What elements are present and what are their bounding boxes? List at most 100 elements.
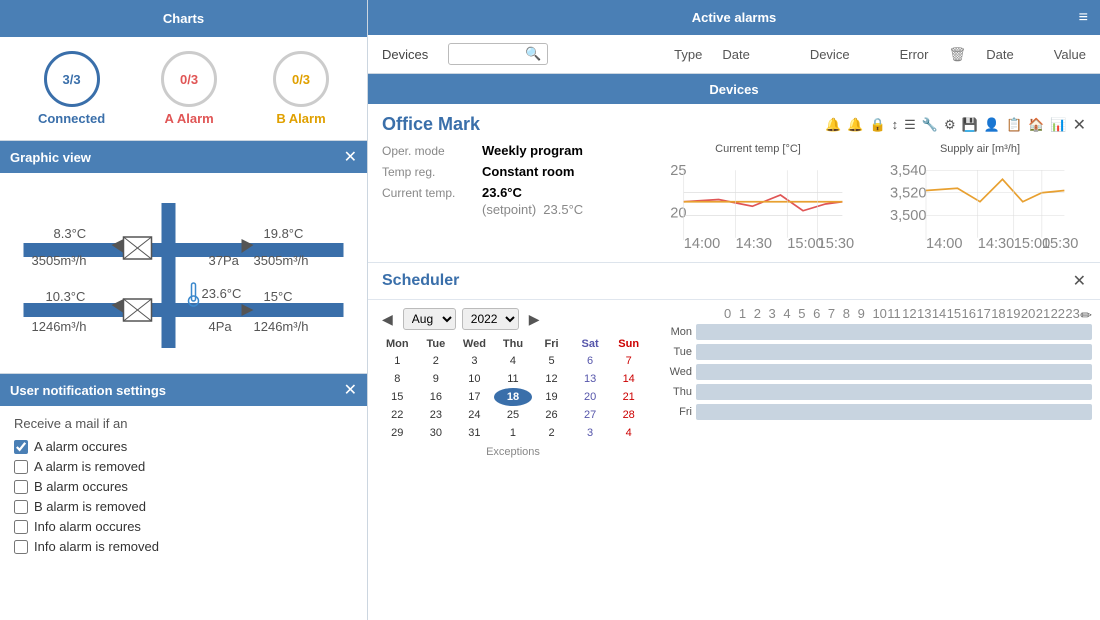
cal-day-19[interactable]: 19 <box>532 388 571 406</box>
cal-day-3[interactable]: 3 <box>571 424 610 442</box>
sched-row-fri: Fri <box>666 404 1092 420</box>
list-icon[interactable]: ☰ <box>904 117 916 133</box>
cal-day-13[interactable]: 13 <box>571 370 610 388</box>
svg-text:3,500: 3,500 <box>890 208 927 224</box>
cal-day-2[interactable]: 2 <box>417 352 456 370</box>
scheduler-header: Scheduler ✕ <box>368 263 1100 300</box>
device-close-btn[interactable]: ✕ <box>1073 115 1086 135</box>
cal-day-20[interactable]: 20 <box>571 388 610 406</box>
cal-day-17[interactable]: 17 <box>455 388 494 406</box>
sliders-icon[interactable]: ⚙ <box>944 117 956 133</box>
notification-checkbox-2[interactable] <box>14 480 28 494</box>
cal-day-4[interactable]: 4 <box>609 424 648 442</box>
svg-text:14:00: 14:00 <box>684 236 721 249</box>
supply-air-chart-title: Supply air [m³/h] <box>874 143 1086 155</box>
cal-day-21[interactable]: 21 <box>609 388 648 406</box>
svg-text:25: 25 <box>670 163 686 179</box>
clipboard-icon[interactable]: 📋 <box>1006 117 1022 133</box>
sched-day-fri: Fri <box>666 406 692 418</box>
arrows-icon[interactable]: ↕ <box>892 117 899 132</box>
cal-day-10[interactable]: 10 <box>455 370 494 388</box>
sched-bar-mon[interactable] <box>696 324 1092 340</box>
cal-day-28[interactable]: 28 <box>609 406 648 424</box>
cal-day-12[interactable]: 12 <box>532 370 571 388</box>
notification-checkbox-5[interactable] <box>14 540 28 554</box>
notification-checkbox-4[interactable] <box>14 520 28 534</box>
trash-icon[interactable]: 🗑 <box>948 46 966 63</box>
notification-checkbox-3[interactable] <box>14 500 28 514</box>
person-icon[interactable]: 👤 <box>984 117 1000 133</box>
year-select[interactable]: 2020202120222023 <box>462 308 519 330</box>
cal-day-9[interactable]: 9 <box>417 370 456 388</box>
sched-bar-tue[interactable] <box>696 344 1092 360</box>
bar-chart-icon[interactable]: 📊 <box>1050 117 1066 133</box>
search-box[interactable]: 🔍 <box>448 43 548 65</box>
cal-day-2[interactable]: 2 <box>532 424 571 442</box>
b-alarm-label: BAlarm <box>276 111 325 126</box>
schedule-edit-btn[interactable]: ✏ <box>1080 307 1092 324</box>
bell-icon[interactable]: 🔔 <box>825 117 841 133</box>
notification-label-2: B alarm occures <box>34 479 128 494</box>
notification-item-0: A alarm occures <box>14 439 353 454</box>
current-temp-value: 23.6°C <box>482 185 522 200</box>
cal-next-btn[interactable]: ▶ <box>525 311 544 328</box>
menu-icon[interactable]: ≡ <box>1079 9 1088 27</box>
cal-day-30[interactable]: 30 <box>417 424 456 442</box>
scheduler-body: ◀ JanFebMarAprMayJunJulAugSepOctNovDec 2… <box>368 300 1100 466</box>
cal-day-25[interactable]: 25 <box>494 406 533 424</box>
charts-area: Current temp [°C] 25 20 14:00 14:30 15 <box>652 143 1086 252</box>
scheduler-title: Scheduler <box>382 272 459 290</box>
cal-day-26[interactable]: 26 <box>532 406 571 424</box>
notification-close[interactable]: ✕ <box>344 380 357 400</box>
svg-text:14:00: 14:00 <box>926 236 963 249</box>
cal-day-3[interactable]: 3 <box>455 352 494 370</box>
search-input[interactable] <box>455 47 525 61</box>
charts-header: Charts <box>0 0 367 37</box>
cal-day-7[interactable]: 7 <box>609 352 648 370</box>
svg-text:19.8°C: 19.8°C <box>264 226 304 241</box>
sched-bar-wed[interactable] <box>696 364 1092 380</box>
notification-panel: User notification settings ✕ Receive a m… <box>0 374 367 620</box>
col-error: Error <box>900 47 929 62</box>
col-date1: Date <box>722 47 749 62</box>
wrench-icon[interactable]: 🔧 <box>922 117 938 133</box>
notification-description: Receive a mail if an <box>14 416 353 431</box>
cal-day-15[interactable]: 15 <box>378 388 417 406</box>
cal-prev-btn[interactable]: ◀ <box>378 311 397 328</box>
notification-checkbox-1[interactable] <box>14 460 28 474</box>
cal-day-1[interactable]: 1 <box>494 424 533 442</box>
notification-item-1: A alarm is removed <box>14 459 353 474</box>
hdd-icon[interactable]: 💾 <box>962 117 978 133</box>
scheduler-close[interactable]: ✕ <box>1073 271 1086 291</box>
cal-day-14[interactable]: 14 <box>609 370 648 388</box>
svg-text:15°C: 15°C <box>264 289 293 304</box>
svg-text:37Pa: 37Pa <box>209 253 240 268</box>
home-icon[interactable]: 🏠 <box>1028 117 1044 133</box>
cal-day-16[interactable]: 16 <box>417 388 456 406</box>
svg-text:14:30: 14:30 <box>978 236 1015 249</box>
month-select[interactable]: JanFebMarAprMayJunJulAugSepOctNovDec <box>403 308 456 330</box>
cal-day-27[interactable]: 27 <box>571 406 610 424</box>
temp-chart-title: Current temp [°C] <box>652 143 864 155</box>
active-alarms-header: Active alarms ≡ <box>368 0 1100 35</box>
notification-label-3: B alarm is removed <box>34 499 146 514</box>
cal-day-8[interactable]: 8 <box>378 370 417 388</box>
sched-bar-thu[interactable] <box>696 384 1092 400</box>
bell-yellow-icon[interactable]: 🔔 <box>847 117 863 133</box>
cal-day-22[interactable]: 22 <box>378 406 417 424</box>
graphic-view-close[interactable]: ✕ <box>344 147 357 167</box>
cal-day-5[interactable]: 5 <box>532 352 571 370</box>
cal-day-31[interactable]: 31 <box>455 424 494 442</box>
cal-day-4[interactable]: 4 <box>494 352 533 370</box>
svg-text:3,520: 3,520 <box>890 185 927 201</box>
notification-checkbox-0[interactable] <box>14 440 28 454</box>
lock-icon[interactable]: 🔒 <box>869 117 885 133</box>
cal-day-23[interactable]: 23 <box>417 406 456 424</box>
cal-day-24[interactable]: 24 <box>455 406 494 424</box>
cal-day-6[interactable]: 6 <box>571 352 610 370</box>
cal-day-1[interactable]: 1 <box>378 352 417 370</box>
sched-bar-fri[interactable] <box>696 404 1092 420</box>
cal-day-11[interactable]: 11 <box>494 370 533 388</box>
cal-day-18[interactable]: 18 <box>494 388 533 406</box>
cal-day-29[interactable]: 29 <box>378 424 417 442</box>
